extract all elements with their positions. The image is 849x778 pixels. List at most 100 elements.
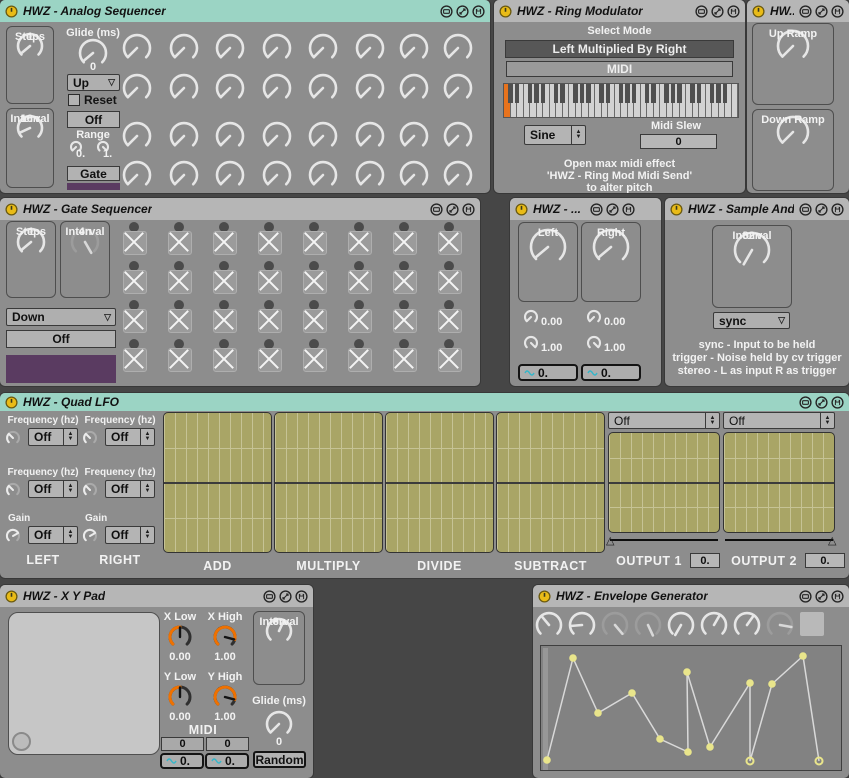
seq-step-knob[interactable] bbox=[307, 159, 339, 193]
piano-key-black[interactable] bbox=[651, 84, 656, 103]
left-max-knob[interactable] bbox=[522, 334, 540, 357]
reset-toggle[interactable]: Reset bbox=[68, 93, 117, 107]
gate-toggle[interactable] bbox=[123, 348, 147, 372]
gate-button[interactable]: Gate bbox=[67, 166, 120, 181]
device-on-toggle-icon[interactable] bbox=[5, 203, 18, 216]
output2-slider-handle[interactable]: △ bbox=[828, 536, 836, 547]
seq-step-knob[interactable] bbox=[121, 32, 153, 69]
device-on-toggle-icon[interactable] bbox=[5, 590, 18, 603]
stepper-arrows-icon[interactable]: ▲▼ bbox=[705, 413, 719, 428]
device-header-icons[interactable] bbox=[799, 396, 844, 409]
device-header-icons[interactable] bbox=[440, 5, 485, 18]
gate-toggle[interactable] bbox=[168, 231, 192, 255]
gate-toggle[interactable] bbox=[348, 231, 372, 255]
seq-step-knob[interactable] bbox=[354, 32, 386, 69]
output1-slider[interactable] bbox=[610, 539, 718, 541]
gate-toggle[interactable] bbox=[168, 309, 192, 333]
seq-step-knob[interactable] bbox=[442, 120, 474, 157]
envelope-param-knob[interactable] bbox=[732, 610, 762, 645]
waveform-select[interactable]: Sine ▲▼ bbox=[524, 125, 586, 145]
seq-step-knob[interactable] bbox=[121, 120, 153, 157]
gate-toggle[interactable] bbox=[213, 348, 237, 372]
gain-knob[interactable] bbox=[81, 527, 99, 550]
piano-key-black[interactable] bbox=[528, 84, 533, 103]
device-header-icons[interactable] bbox=[263, 590, 308, 603]
stepper-arrows-icon[interactable]: ▲▼ bbox=[140, 481, 154, 497]
piano-key-black[interactable] bbox=[723, 84, 728, 103]
freq-select[interactable]: Off ▲▼ bbox=[105, 428, 155, 446]
device-on-toggle-icon[interactable] bbox=[670, 203, 683, 216]
piano-key-black[interactable] bbox=[690, 84, 695, 103]
direction-menu[interactable]: Up ▽ bbox=[67, 74, 120, 91]
gate-toggle[interactable] bbox=[123, 270, 147, 294]
cv-numbox-y[interactable]: 0. bbox=[205, 753, 249, 769]
midi-numbox-x[interactable]: 0 bbox=[161, 737, 204, 751]
gate-toggle[interactable] bbox=[258, 270, 282, 294]
output1-slider-handle[interactable]: △ bbox=[606, 536, 614, 547]
freq-knob[interactable] bbox=[81, 429, 99, 452]
gate-toggle[interactable] bbox=[213, 309, 237, 333]
gate-toggle[interactable] bbox=[303, 348, 327, 372]
envelope-param-knob[interactable] bbox=[600, 610, 630, 645]
seq-step-knob[interactable] bbox=[398, 120, 430, 157]
device-header-icons[interactable] bbox=[799, 203, 844, 216]
off-button[interactable]: Off bbox=[6, 330, 116, 348]
gate-toggle[interactable] bbox=[258, 231, 282, 255]
freq-knob[interactable] bbox=[4, 429, 22, 452]
right-output-numbox[interactable]: 0. bbox=[581, 364, 641, 381]
stepper-arrows-icon[interactable]: ▲▼ bbox=[571, 126, 585, 144]
gate-toggle[interactable] bbox=[213, 231, 237, 255]
seq-step-knob[interactable] bbox=[354, 72, 386, 109]
gate-toggle[interactable] bbox=[393, 231, 417, 255]
midi-keyboard[interactable] bbox=[503, 83, 739, 118]
device-header-icons[interactable] bbox=[799, 590, 844, 603]
freq-select[interactable]: Off ▲▼ bbox=[28, 428, 78, 446]
output2-numbox[interactable]: 0. bbox=[805, 553, 845, 568]
seq-step-knob[interactable] bbox=[261, 159, 293, 193]
gate-toggle[interactable] bbox=[438, 231, 462, 255]
envelope-mode-button[interactable] bbox=[800, 612, 824, 636]
piano-key-black[interactable] bbox=[586, 84, 591, 103]
device-on-toggle-icon[interactable] bbox=[538, 590, 551, 603]
piano-key-black[interactable] bbox=[671, 84, 676, 103]
piano-key-black[interactable] bbox=[554, 84, 559, 103]
gate-toggle[interactable] bbox=[303, 270, 327, 294]
stepper-arrows-icon[interactable]: ▲▼ bbox=[140, 429, 154, 445]
device-on-toggle-icon[interactable] bbox=[499, 5, 512, 18]
device-on-toggle-icon[interactable] bbox=[5, 396, 18, 409]
seq-step-knob[interactable] bbox=[168, 159, 200, 193]
gate-toggle[interactable] bbox=[438, 348, 462, 372]
gain-select[interactable]: Off ▲▼ bbox=[28, 526, 78, 544]
device-on-toggle-icon[interactable] bbox=[5, 5, 18, 18]
freq-knob[interactable] bbox=[81, 481, 99, 504]
midi-numbox-y[interactable]: 0 bbox=[206, 737, 249, 751]
gate-toggle[interactable] bbox=[348, 309, 372, 333]
freq-select[interactable]: Off ▲▼ bbox=[28, 480, 78, 498]
gain-select[interactable]: Off ▲▼ bbox=[105, 526, 155, 544]
piano-key-white[interactable] bbox=[732, 84, 739, 117]
seq-step-knob[interactable] bbox=[398, 32, 430, 69]
gate-toggle[interactable] bbox=[258, 348, 282, 372]
gate-toggle[interactable] bbox=[303, 231, 327, 255]
stepper-arrows-icon[interactable]: ▲▼ bbox=[63, 429, 77, 445]
mode-button[interactable]: Left Multiplied By Right bbox=[505, 40, 734, 58]
midi-slew-numbox[interactable]: 0 bbox=[640, 134, 717, 149]
output1-mode-select[interactable]: Off ▲▼ bbox=[608, 412, 720, 429]
output1-numbox[interactable]: 0. bbox=[690, 553, 720, 568]
seq-step-knob[interactable] bbox=[307, 32, 339, 69]
random-button[interactable]: Random bbox=[253, 751, 306, 768]
stepper-arrows-icon[interactable]: ▲▼ bbox=[140, 527, 154, 543]
piano-key-black[interactable] bbox=[710, 84, 715, 103]
seq-step-knob[interactable] bbox=[121, 72, 153, 109]
envelope-param-knob[interactable] bbox=[699, 610, 729, 645]
gate-toggle[interactable] bbox=[348, 348, 372, 372]
stepper-arrows-icon[interactable]: ▲▼ bbox=[63, 527, 77, 543]
piano-key-black[interactable] bbox=[508, 84, 513, 103]
seq-step-knob[interactable] bbox=[261, 120, 293, 157]
piano-key-black[interactable] bbox=[599, 84, 604, 103]
device-on-toggle-icon[interactable] bbox=[515, 203, 528, 216]
envelope-param-knob[interactable] bbox=[666, 610, 696, 645]
piano-key-black[interactable] bbox=[677, 84, 682, 103]
seq-step-knob[interactable] bbox=[354, 159, 386, 193]
envelope-editor[interactable] bbox=[540, 645, 842, 771]
